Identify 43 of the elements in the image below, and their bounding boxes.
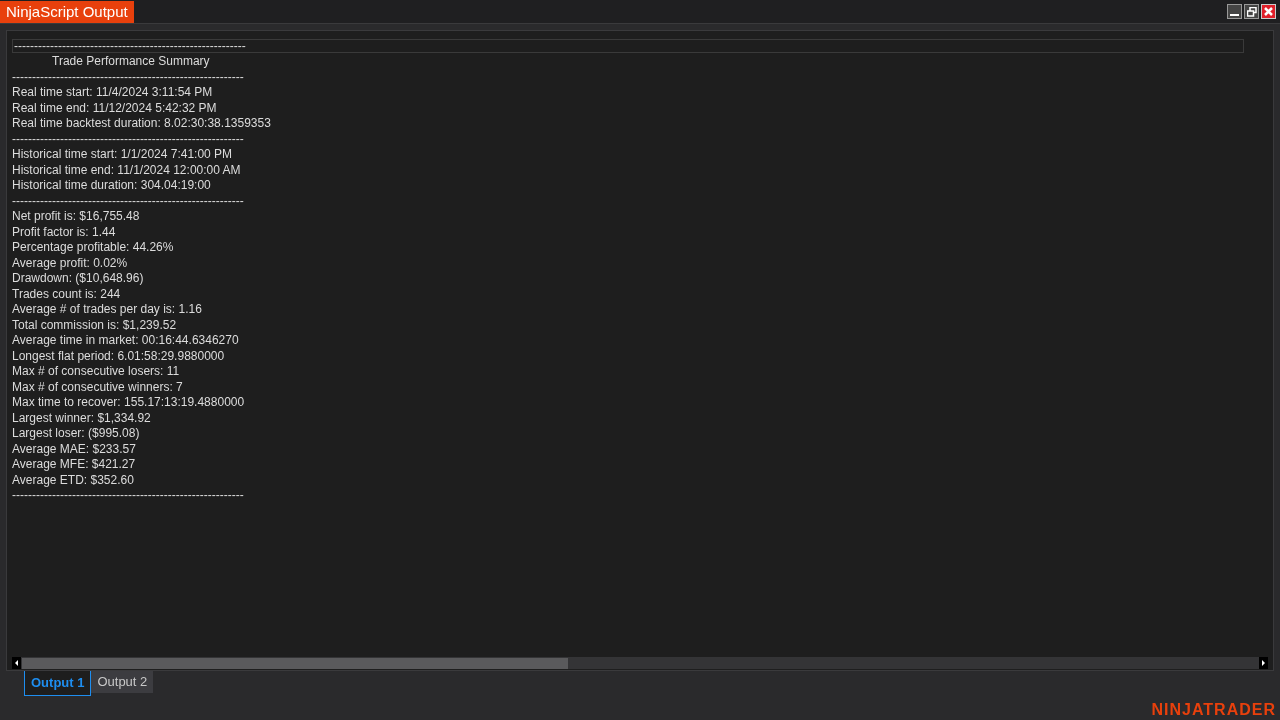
- output-line: Average profit: 0.02%: [12, 255, 129, 271]
- output-line: Trades count is: 244: [12, 286, 122, 302]
- output-line: ----------------------------------------------------------: [12, 488, 245, 504]
- output-line: Historical time start: 1/1/2024 7:41:00 PM: [12, 147, 234, 163]
- output-line: Drawdown: ($10,648.96): [12, 271, 145, 287]
- restore-icon: [1246, 6, 1257, 17]
- output-line: Total commission is: $1,239.52: [12, 317, 178, 333]
- output-line: Profit factor is: 1.44: [12, 224, 117, 240]
- scroll-left-icon[interactable]: [12, 657, 21, 669]
- brand-logo: NINJATRADER: [1151, 702, 1276, 718]
- output-line: Net profit is: $16,755.48: [12, 209, 141, 225]
- output-heading: Trade Performance Summary: [51, 54, 211, 70]
- output-line: Average MFE: $421.27: [12, 457, 137, 473]
- window-title: NinjaScript Output: [0, 0, 134, 23]
- restore-button[interactable]: [1244, 4, 1259, 19]
- output-line: Real time backtest duration: 8.02:30:38.1359353: [12, 116, 272, 132]
- output-line: Max time to recover: 155.17:13:19.4880000: [12, 395, 246, 411]
- output-line: ----------------------------------------------------------: [12, 131, 245, 147]
- scrollbar-thumb[interactable]: [22, 657, 568, 669]
- minimize-icon: [1230, 14, 1239, 16]
- output-line: Historical time end: 11/1/2024 12:00:00 AM: [12, 162, 242, 178]
- minimize-button[interactable]: [1227, 4, 1242, 19]
- close-icon: [1264, 7, 1273, 16]
- horizontal-scrollbar[interactable]: [12, 657, 1268, 669]
- output-line: Max # of consecutive winners: 7: [12, 379, 184, 395]
- output-line: Largest loser: ($995.08): [12, 426, 141, 442]
- output-tab[interactable]: Output 1: [24, 671, 92, 696]
- output-tab[interactable]: Output 2: [91, 671, 154, 693]
- close-button[interactable]: [1261, 4, 1276, 19]
- output-line: Max # of consecutive losers: 11: [12, 364, 181, 380]
- output-line: Real time end: 11/12/2024 5:42:32 PM: [12, 100, 218, 116]
- output-line: Average time in market: 00:16:44.6346270: [12, 333, 240, 349]
- output-line: Largest winner: $1,334.92: [12, 410, 152, 426]
- output-line: Longest flat period: 6.01:58:29.9880000: [12, 348, 226, 364]
- output-line: ----------------------------------------------------------: [12, 69, 245, 85]
- output-line: Average # of trades per day is: 1.16: [12, 302, 203, 318]
- output-line: Percentage profitable: 44.26%: [12, 240, 175, 256]
- output-line: Historical time duration: 304.04:19:00: [12, 178, 212, 194]
- scroll-right-icon[interactable]: [1259, 657, 1268, 669]
- output-line: Average MAE: $233.57: [12, 441, 137, 457]
- output-line: Average ETD: $352.60: [12, 472, 135, 488]
- output-line: ----------------------------------------------------------: [12, 193, 245, 209]
- output-line: Real time start: 11/4/2024 3:11:54 PM: [12, 85, 214, 101]
